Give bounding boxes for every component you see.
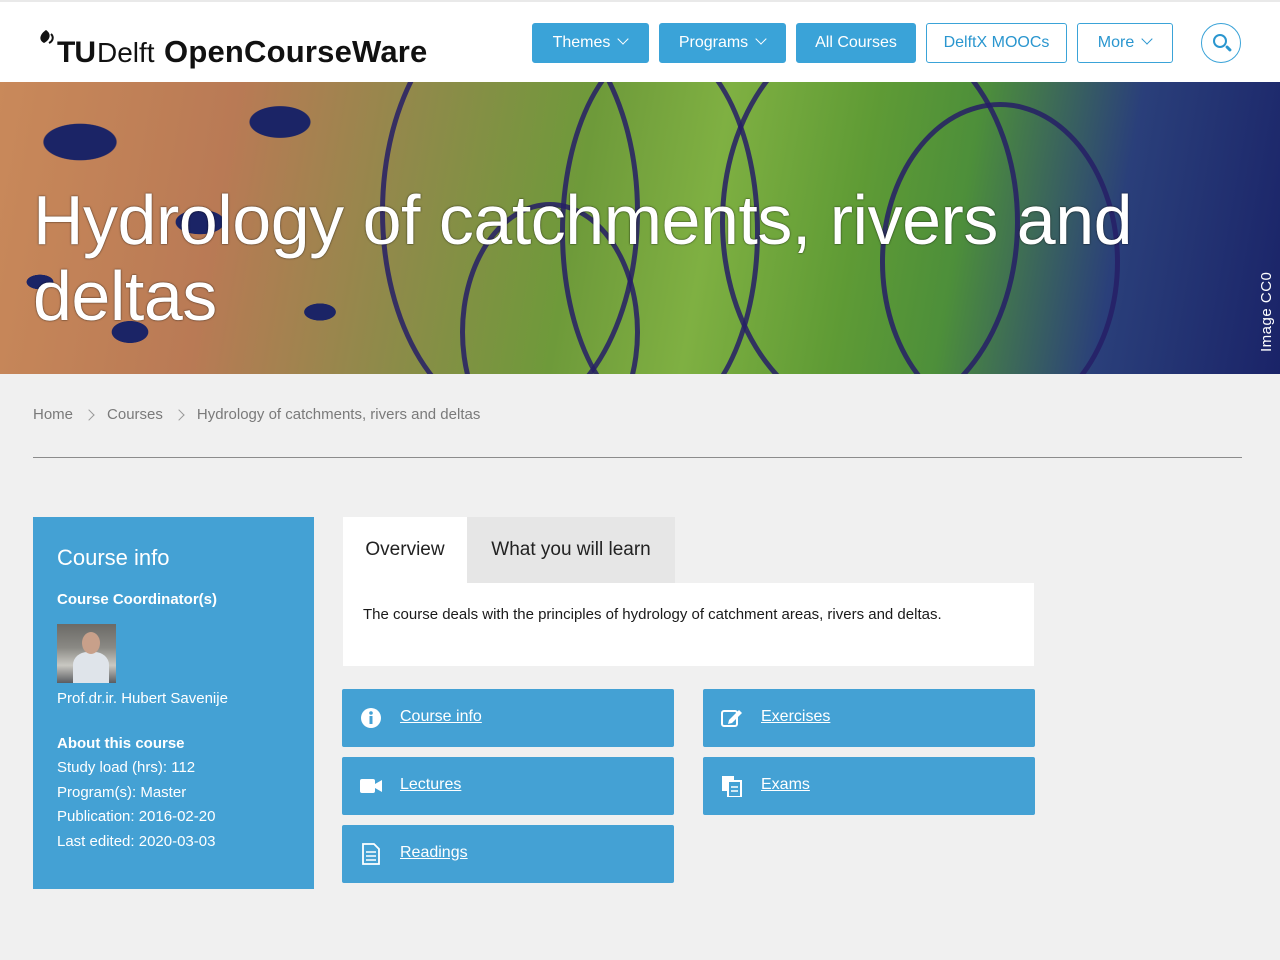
divider [33, 457, 1242, 458]
themes-label: Themes [552, 34, 611, 51]
info-icon [361, 708, 381, 728]
all-courses-button[interactable]: All Courses [796, 23, 916, 63]
study-load: Study load (hrs): 112 [57, 759, 196, 776]
video-camera-icon [360, 779, 382, 793]
chevron-right-icon [83, 408, 95, 421]
readings-link[interactable]: Readings [342, 825, 674, 883]
course-info-sidebar: Course info Course Coordinator(s) Prof.d… [33, 517, 314, 889]
about-heading: About this course [57, 734, 185, 752]
flame-icon [32, 28, 56, 68]
course-info-label: Course info [400, 708, 482, 725]
exercises-link[interactable]: Exercises [703, 689, 1035, 747]
course-tabs: Overview What you will learn [343, 517, 675, 583]
course-title: Hydrology of catchments, rivers and delt… [33, 181, 1133, 335]
copy-document-icon [722, 776, 742, 797]
publication-date: Publication: 2016-02-20 [57, 808, 216, 825]
course-info-link[interactable]: Course info [342, 689, 674, 747]
breadcrumb-current: Hydrology of catchments, rivers and delt… [196, 406, 481, 423]
document-icon [362, 843, 380, 865]
tu-delft-logo[interactable]: TU Delft [32, 24, 155, 68]
image-credit: Image CC0 [1258, 271, 1275, 352]
coordinator-avatar [57, 624, 116, 683]
logo-tu-text: TU [57, 36, 96, 69]
chevron-down-icon [756, 35, 766, 45]
lectures-label: Lectures [400, 776, 462, 793]
chevron-right-icon [173, 408, 185, 421]
breadcrumb: Home Courses Hydrology of catchments, ri… [33, 406, 480, 423]
chevron-down-icon [1142, 35, 1152, 45]
all-courses-label: All Courses [815, 34, 897, 51]
exercises-label: Exercises [761, 708, 831, 725]
more-menu-button[interactable]: More [1077, 23, 1173, 63]
site-title[interactable]: OpenCourseWare [164, 34, 428, 70]
coordinator-heading: Course Coordinator(s) [57, 591, 218, 608]
overview-panel: The course deals with the principles of … [343, 583, 1034, 666]
chevron-down-icon [618, 35, 628, 45]
exams-link[interactable]: Exams [703, 757, 1035, 815]
search-button[interactable] [1201, 23, 1241, 63]
edit-icon [721, 710, 742, 727]
delftx-moocs-button[interactable]: DelftX MOOCs [926, 23, 1067, 63]
tab-what-you-will-learn[interactable]: What you will learn [467, 517, 675, 583]
exams-label: Exams [761, 776, 810, 793]
coordinator-name: Prof.dr.ir. Hubert Savenije [57, 690, 228, 707]
tab-overview[interactable]: Overview [343, 517, 467, 583]
readings-label: Readings [400, 844, 468, 861]
breadcrumb-courses[interactable]: Courses [107, 406, 163, 423]
last-edited-date: Last edited: 2020-03-03 [57, 832, 216, 850]
sidebar-title: Course info [57, 545, 170, 570]
breadcrumb-home[interactable]: Home [33, 406, 73, 423]
themes-menu-button[interactable]: Themes [532, 23, 649, 63]
lectures-link[interactable]: Lectures [342, 757, 674, 815]
delftx-label: DelftX MOOCs [943, 34, 1050, 51]
logo-delft-text: Delft [97, 37, 155, 68]
overview-text: The course deals with the principles of … [363, 606, 942, 623]
programs-info: Program(s): Master [57, 783, 187, 801]
programs-label: Programs [678, 34, 749, 51]
programs-menu-button[interactable]: Programs [659, 23, 786, 63]
hero-banner: Hydrology of catchments, rivers and delt… [0, 82, 1280, 374]
site-header: TU Delft OpenCourseWare Themes Programs … [0, 0, 1280, 82]
more-label: More [1097, 34, 1135, 51]
